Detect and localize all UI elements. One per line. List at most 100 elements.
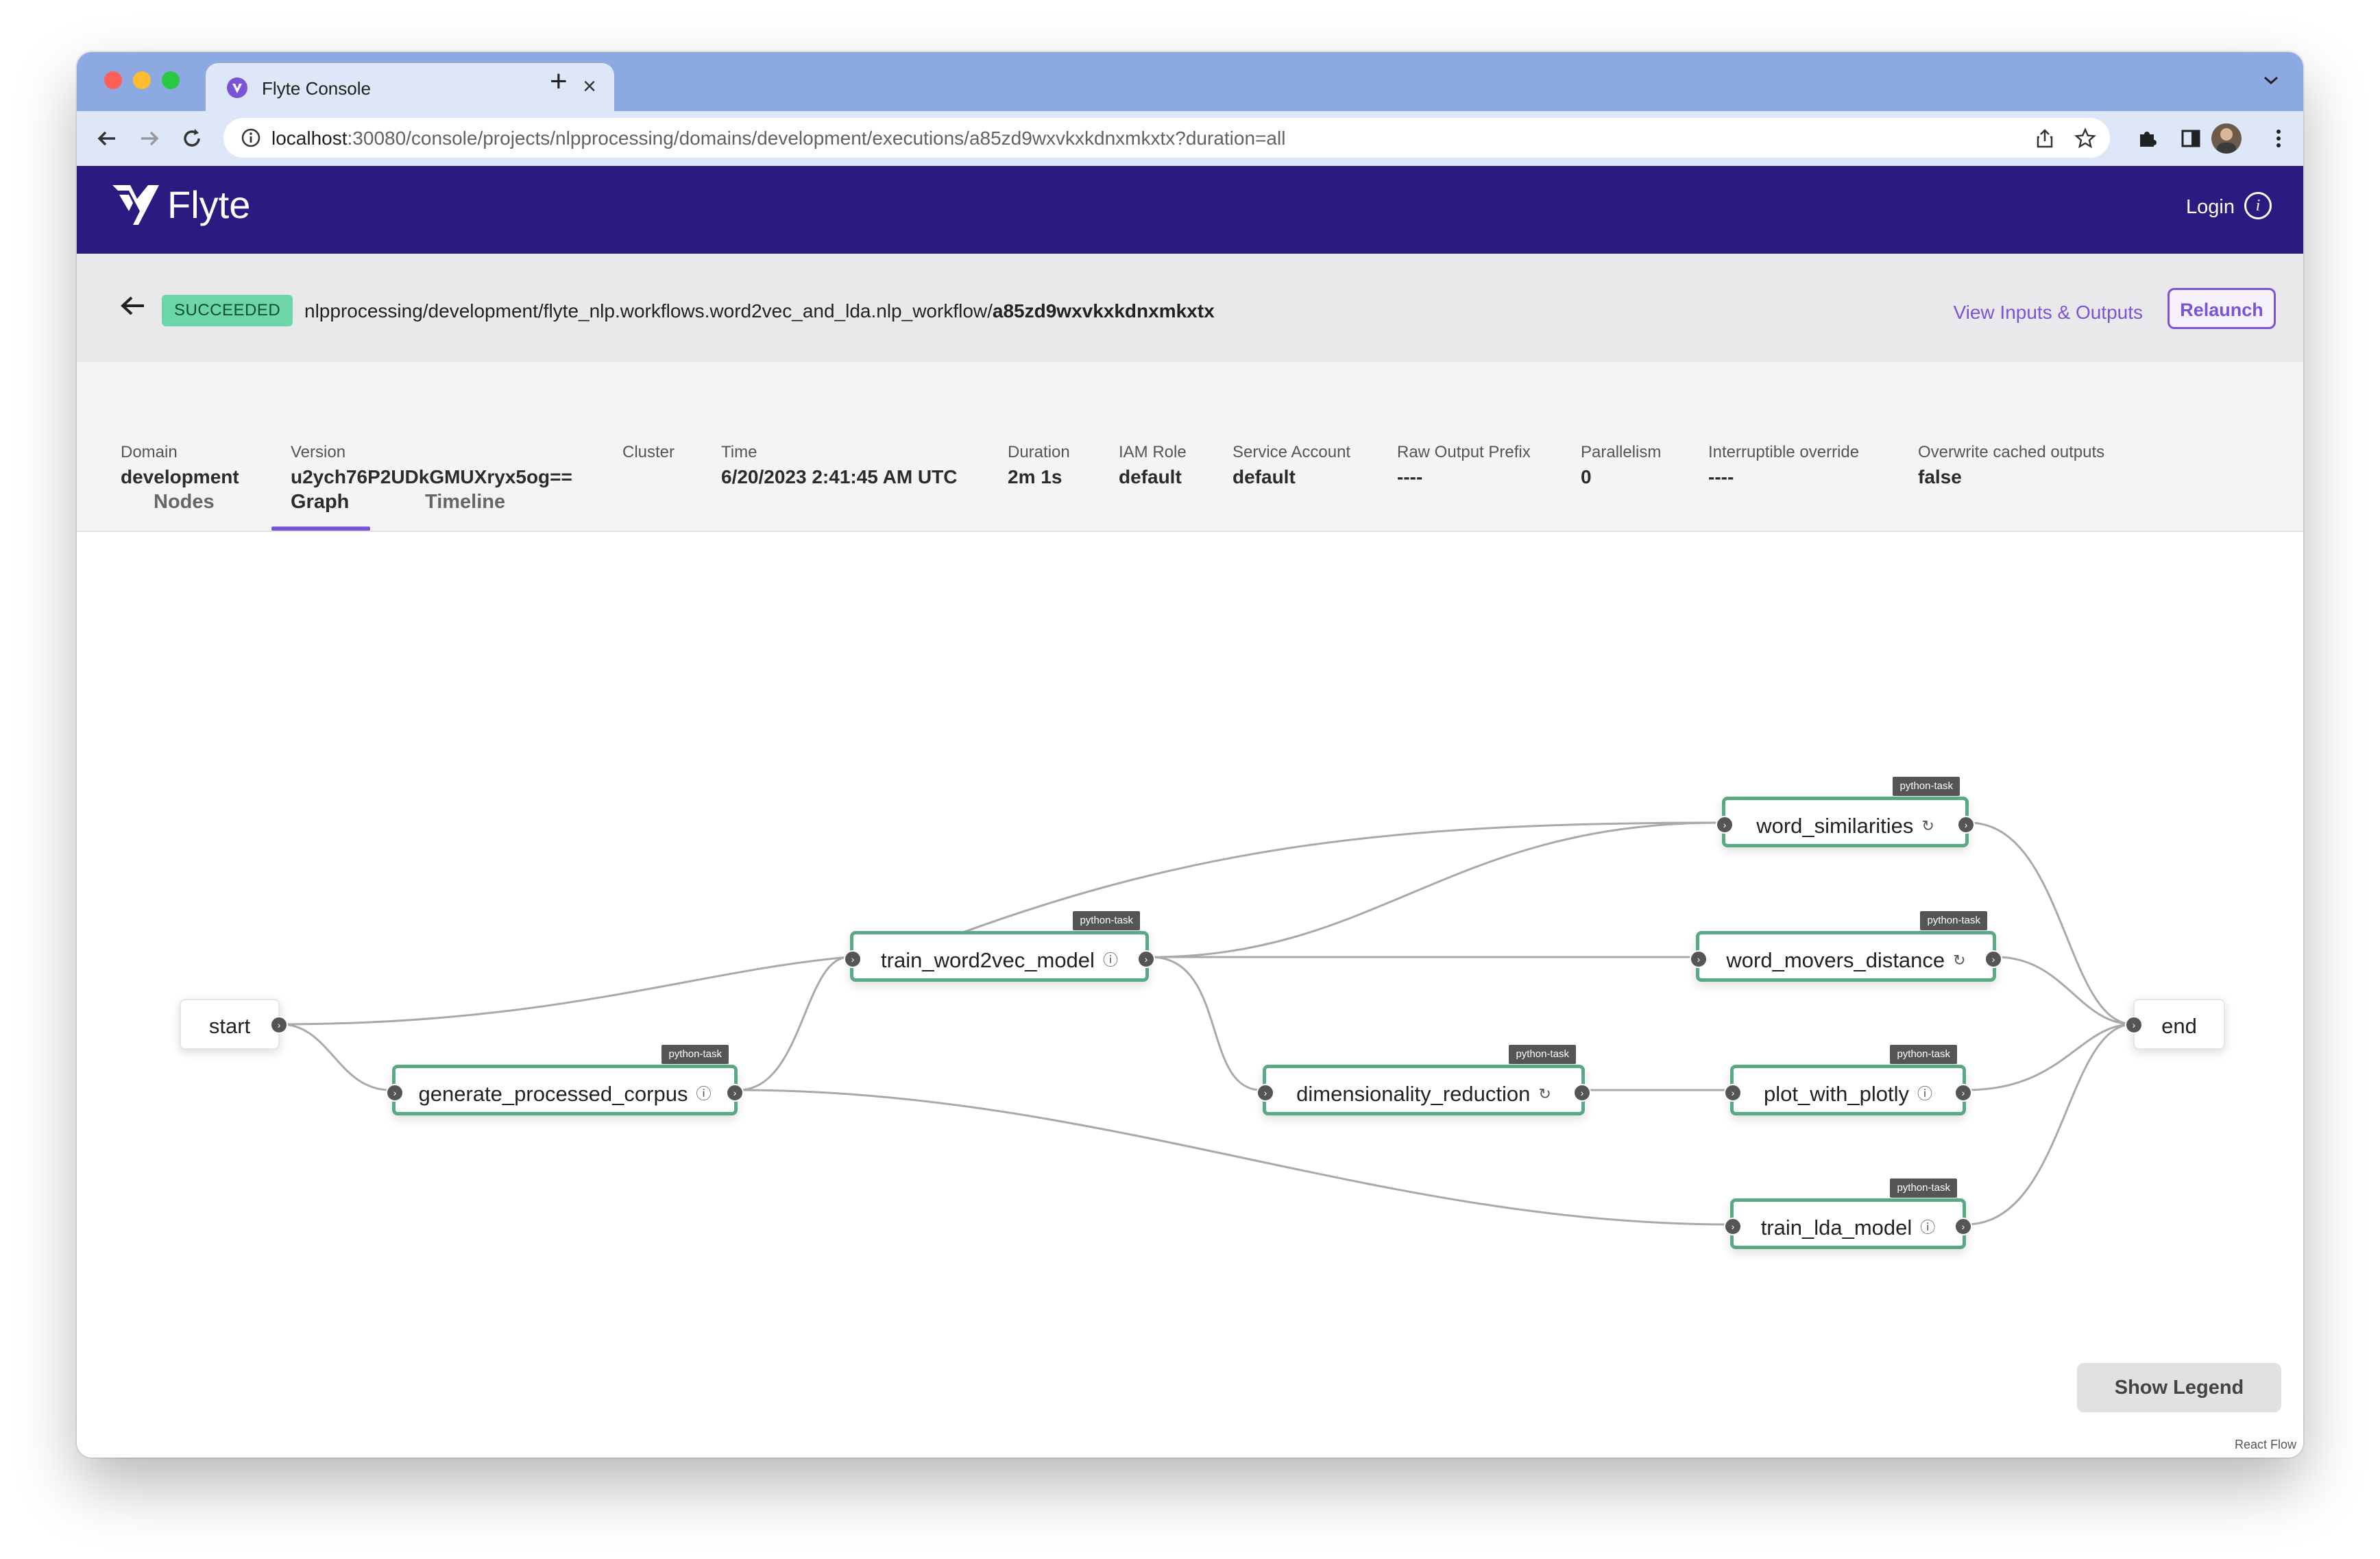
output-handle-icon[interactable]: › — [726, 1084, 744, 1102]
node-type-tag: python-task — [1073, 911, 1140, 930]
info-icon[interactable]: ⓘ — [1917, 1082, 1932, 1104]
meta-label: Version — [291, 443, 346, 461]
bookmark-star-icon[interactable] — [2074, 128, 2096, 149]
meta-parallelism: Parallelism 0 — [1581, 443, 1661, 488]
meta-raw-output-prefix: Raw Output Prefix ---- — [1397, 443, 1531, 488]
node-label: word_movers_distance — [1726, 948, 1945, 972]
meta-value: false — [1918, 466, 1962, 487]
cache-icon[interactable]: ↻ — [1538, 1085, 1551, 1103]
info-icon[interactable]: i — [2244, 192, 2272, 219]
node-label-wrap: plot_with_plotly ⓘ — [1734, 1082, 1963, 1107]
node-train-word2vec-model[interactable]: python-task › train_word2vec_model ⓘ › — [844, 911, 1155, 982]
node-word-similarities[interactable]: python-task › word_similarities ↻ › — [1716, 777, 1975, 847]
meta-iam-role: IAM Role default — [1119, 443, 1187, 488]
minimize-window-button[interactable] — [133, 71, 151, 89]
meta-value: ---- — [1708, 466, 1734, 487]
node-label-wrap: word_movers_distance ↻ — [1699, 948, 1993, 973]
side-panel-icon[interactable] — [2177, 125, 2205, 152]
meta-label: Interruptible override — [1708, 443, 1860, 461]
meta-version: Version u2ych76P2UDkGMUXryx5og== — [291, 443, 572, 488]
edge — [1150, 821, 1721, 958]
node-label-wrap: train_lda_model ⓘ — [1734, 1216, 1963, 1240]
node-type-tag: python-task — [1890, 1045, 1957, 1064]
node-label: plot_with_plotly — [1764, 1082, 1909, 1106]
node-generate-processed-corpus[interactable]: python-task › generate_processed_corpus ⓘ… — [386, 1045, 744, 1115]
info-icon[interactable]: ⓘ — [1920, 1216, 1935, 1237]
reload-icon[interactable] — [178, 125, 206, 152]
forward-icon[interactable] — [136, 125, 163, 152]
show-legend-button[interactable]: Show Legend — [2077, 1363, 2281, 1412]
node-start[interactable]: start › — [180, 999, 288, 1050]
meta-service-account: Service Account default — [1232, 443, 1350, 488]
node-word-movers-distance[interactable]: python-task › word_movers_distance ↻ › — [1690, 911, 2002, 982]
node-train-lda-model[interactable]: python-task › train_lda_model ⓘ › — [1724, 1179, 1972, 1249]
node-label-wrap: dimensionality_reduction ↻ — [1266, 1082, 1581, 1107]
cache-icon[interactable]: ↻ — [1921, 817, 1934, 835]
profile-avatar[interactable] — [2211, 123, 2242, 154]
output-handle-icon[interactable]: › — [1954, 1218, 1972, 1235]
tab-graph[interactable]: Graph — [291, 491, 349, 513]
back-arrow-icon[interactable] — [118, 292, 148, 319]
meta-label: IAM Role — [1119, 443, 1187, 461]
edge — [280, 1023, 391, 1091]
tab-timeline[interactable]: Timeline — [425, 491, 505, 513]
execution-id: a85zd9wxvkxkdnxmkxtx — [992, 300, 1215, 322]
node-plot-with-plotly[interactable]: python-task › plot_with_plotly ⓘ › — [1724, 1045, 1972, 1115]
tab-title: Flyte Console — [262, 78, 371, 99]
meta-label: Time — [721, 443, 757, 461]
edge — [1968, 821, 2134, 1026]
node-type-tag: python-task — [1920, 911, 1987, 930]
node-dimensionality-reduction[interactable]: python-task › dimensionality_reduction ↻ … — [1256, 1045, 1591, 1115]
back-icon[interactable] — [93, 125, 121, 152]
output-handle-icon[interactable]: › — [1137, 950, 1155, 968]
meta-value: u2ych76P2UDkGMUXryx5og== — [291, 466, 572, 487]
relaunch-button[interactable]: Relaunch — [2168, 288, 2276, 329]
meta-value: 0 — [1581, 466, 1592, 487]
meta-cluster: Cluster — [622, 443, 675, 466]
zoom-window-button[interactable] — [162, 71, 180, 89]
meta-value: 2m 1s — [1008, 466, 1062, 487]
meta-label: Duration — [1008, 443, 1070, 461]
info-icon[interactable]: ⓘ — [1103, 948, 1118, 970]
cache-icon[interactable]: ↻ — [1953, 952, 1965, 969]
execution-path: nlpprocessing/development/flyte_nlp.work… — [304, 300, 1215, 322]
flyte-logo-icon[interactable] — [110, 181, 162, 229]
execution-header: SUCCEEDED nlpprocessing/development/flyt… — [77, 254, 2303, 362]
share-icon[interactable] — [2035, 128, 2055, 149]
app-header: Flyte Login i — [77, 166, 2303, 254]
meta-value: default — [1119, 466, 1182, 487]
login-link[interactable]: Login — [2186, 196, 2235, 219]
url-field[interactable]: localhost:30080/console/projects/nlpproc… — [223, 118, 2110, 158]
browser-window: Flyte Console × + localhost:30080/consol… — [77, 52, 2303, 1458]
close-tab-icon[interactable]: × — [583, 73, 596, 100]
workflow-graph[interactable]: start › python-task › generate_processed… — [77, 532, 2303, 1458]
edge — [280, 956, 849, 1026]
output-handle-icon[interactable]: › — [270, 1016, 288, 1034]
extensions-icon[interactable] — [2133, 125, 2161, 152]
more-menu-icon[interactable] — [2265, 125, 2292, 152]
chevron-down-icon[interactable] — [2262, 74, 2280, 86]
output-handle-icon[interactable]: › — [1573, 1084, 1591, 1102]
meta-value: default — [1232, 466, 1296, 487]
close-window-button[interactable] — [104, 71, 122, 89]
node-label-wrap: train_word2vec_model ⓘ — [853, 948, 1145, 973]
output-handle-icon[interactable]: › — [1957, 816, 1975, 834]
tab-nodes[interactable]: Nodes — [154, 491, 215, 513]
react-flow-attribution[interactable]: React Flow — [2230, 1436, 2300, 1453]
meta-label: Cluster — [622, 443, 675, 461]
node-type-tag: python-task — [1893, 777, 1960, 796]
output-handle-icon[interactable]: › — [1954, 1084, 1972, 1102]
flyte-logo-text[interactable]: Flyte — [167, 182, 250, 227]
node-end[interactable]: › end — [2125, 999, 2225, 1050]
new-tab-icon[interactable]: + — [550, 52, 568, 111]
node-label: train_word2vec_model — [881, 948, 1095, 972]
graph-edges — [280, 821, 2134, 1226]
output-handle-icon[interactable]: › — [1984, 950, 2002, 968]
meta-duration: Duration 2m 1s — [1008, 443, 1070, 488]
url-text: localhost:30080/console/projects/nlpproc… — [271, 128, 1285, 149]
site-info-icon[interactable] — [240, 127, 262, 149]
edge — [1150, 956, 1262, 1091]
node-label: generate_processed_corpus — [418, 1082, 688, 1106]
view-inputs-outputs-link[interactable]: View Inputs & Outputs — [1953, 302, 2143, 324]
info-icon[interactable]: ⓘ — [696, 1082, 711, 1104]
